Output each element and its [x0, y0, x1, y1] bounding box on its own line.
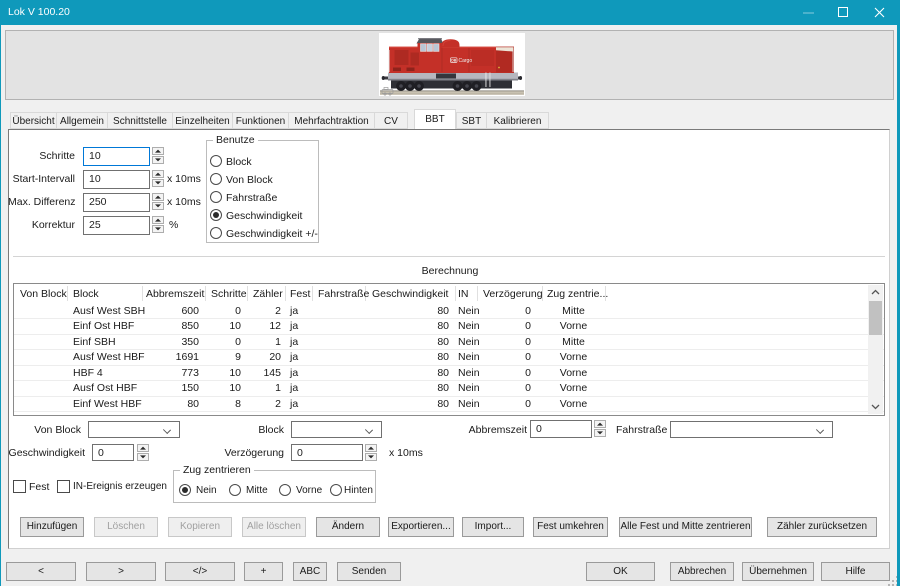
svg-text:DB: DB — [451, 58, 457, 62]
svg-text:Cargo: Cargo — [459, 58, 473, 64]
